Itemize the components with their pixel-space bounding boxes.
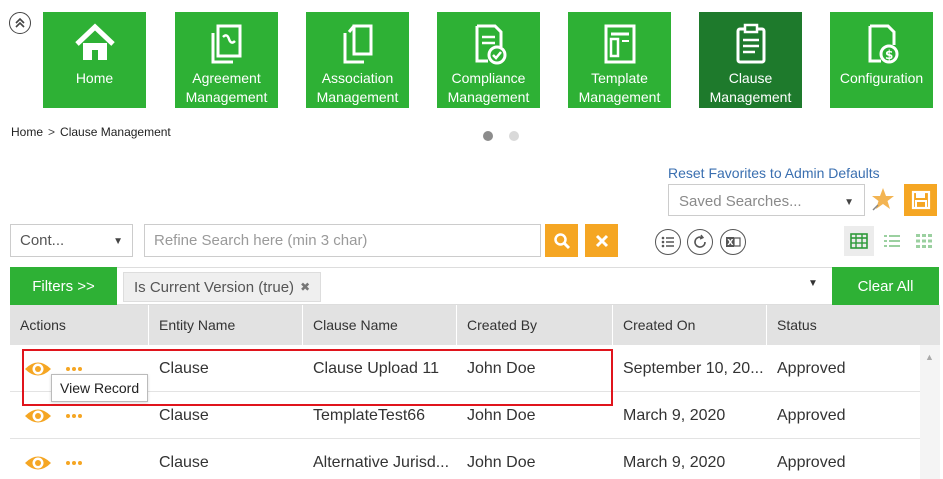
column-header-actions[interactable]: Actions	[10, 305, 149, 345]
more-actions-icon[interactable]	[66, 366, 82, 371]
svg-text:$: $	[885, 48, 893, 62]
saved-searches-select[interactable]: Saved Searches... ▼	[668, 184, 865, 216]
save-search-button[interactable]	[904, 184, 937, 216]
carousel-dot-2[interactable]	[509, 131, 519, 141]
refresh-icon	[694, 234, 706, 248]
clause-icon	[736, 23, 765, 64]
floppy-disk-icon	[911, 190, 930, 210]
cell-entity-name: Clause	[159, 406, 209, 424]
list-view-icon	[884, 235, 900, 247]
more-actions-icon[interactable]	[66, 413, 82, 418]
filter-chip: Is Current Version (true) ✖	[123, 272, 322, 302]
remove-filter-icon[interactable]: ✖	[300, 280, 310, 294]
detail-list-view-button[interactable]	[877, 226, 907, 256]
tile-view-button[interactable]	[909, 226, 939, 256]
carousel-dots	[483, 131, 519, 141]
refresh-button[interactable]	[687, 229, 713, 255]
tile-label: Clause Management	[709, 70, 792, 105]
column-header-clause-name[interactable]: Clause Name	[303, 305, 457, 345]
active-filters: Is Current Version (true) ✖	[117, 267, 832, 305]
search-icon	[553, 232, 570, 249]
breadcrumb: Home > Clause Management	[11, 125, 171, 139]
context-select-value: Cont...	[20, 232, 65, 249]
favorite-star-button[interactable]	[870, 186, 896, 214]
cell-status: Approved	[777, 453, 846, 471]
more-actions-icon[interactable]	[66, 460, 82, 465]
module-tiles: Home Agreement Management Association Ma…	[0, 12, 943, 108]
tile-agreement-management[interactable]: Agreement Management	[175, 12, 278, 108]
excel-icon: X	[726, 237, 741, 247]
export-excel-button[interactable]: X	[720, 229, 746, 255]
tile-label: Compliance Management	[447, 70, 530, 105]
grid-view-button[interactable]	[844, 226, 874, 256]
cell-status: Approved	[777, 359, 846, 377]
cell-created-by: John Doe	[467, 406, 536, 424]
tile-configuration[interactable]: $ Configuration	[830, 12, 933, 108]
tile-label: Home	[75, 70, 114, 86]
svg-text:X: X	[727, 238, 734, 247]
tile-label: Agreement Management	[185, 70, 268, 105]
clear-all-button[interactable]: Clear All	[832, 267, 939, 305]
tile-association-management[interactable]: Association Management	[306, 12, 409, 108]
view-record-eye-icon[interactable]	[24, 359, 52, 379]
column-header-status[interactable]: Status	[767, 305, 920, 345]
tile-label: Configuration	[839, 70, 924, 86]
compliance-icon	[475, 24, 506, 65]
cell-status: Approved	[777, 406, 846, 424]
list-icon	[661, 236, 674, 248]
tile-label: Association Management	[316, 70, 399, 105]
reset-favorites-link[interactable]: Reset Favorites to Admin Defaults	[668, 165, 880, 181]
table-grid-icon	[850, 233, 868, 249]
cell-created-by: John Doe	[467, 359, 536, 377]
cell-clause-name[interactable]: Alternative Jurisd...	[303, 454, 457, 472]
scroll-up-arrow-icon[interactable]: ▲	[925, 352, 934, 362]
context-select[interactable]: Cont... ▼	[10, 224, 133, 257]
view-record-tooltip: View Record	[51, 374, 149, 402]
agreement-icon	[211, 24, 241, 64]
association-icon	[343, 24, 372, 64]
close-icon	[595, 234, 608, 247]
cell-entity-name: Clause	[159, 359, 209, 377]
column-header-entity-name[interactable]: Entity Name	[149, 305, 303, 345]
cell-clause-name[interactable]: Clause Upload 11	[303, 360, 457, 378]
caret-down-icon: ▼	[844, 197, 854, 208]
cell-created-on: March 9, 2020	[623, 453, 726, 471]
caret-down-icon: ▼	[113, 236, 123, 247]
tile-grid-icon	[916, 234, 932, 248]
cell-clause-name[interactable]: TemplateTest66	[303, 407, 457, 425]
template-icon	[604, 24, 635, 64]
table-header: Actions Entity Name Clause Name Created …	[10, 305, 920, 345]
saved-searches-placeholder: Saved Searches...	[679, 193, 802, 210]
table-scrollbar[interactable]: ▲	[920, 305, 940, 479]
tile-template-management[interactable]: Template Management	[568, 12, 671, 108]
clear-search-button[interactable]	[585, 224, 618, 257]
home-icon	[74, 23, 115, 60]
breadcrumb-current: Clause Management	[60, 125, 171, 139]
tile-home[interactable]: Home	[43, 12, 146, 108]
configuration-icon: $	[868, 24, 898, 64]
filters-button[interactable]: Filters >>	[10, 267, 117, 305]
search-button[interactable]	[545, 224, 578, 257]
tile-compliance-management[interactable]: Compliance Management	[437, 12, 540, 108]
star-icon	[872, 188, 894, 211]
breadcrumb-separator: >	[48, 125, 56, 139]
carousel-dot-1[interactable]	[483, 131, 493, 141]
list-view-button[interactable]	[655, 229, 681, 255]
refine-search-input[interactable]	[144, 224, 541, 257]
tile-clause-management[interactable]: Clause Management	[699, 12, 802, 108]
column-header-created-by[interactable]: Created By	[457, 305, 613, 345]
cell-created-by: John Doe	[467, 453, 536, 471]
filter-chip-label: Is Current Version (true)	[134, 278, 295, 296]
view-record-eye-icon[interactable]	[24, 406, 52, 426]
view-record-eye-icon[interactable]	[24, 453, 52, 473]
filter-dropdown-caret-icon[interactable]: ▼	[808, 278, 818, 289]
table-row[interactable]: Clause Alternative Jurisd... John Doe Ma…	[10, 440, 920, 479]
tile-label: Template Management	[578, 70, 661, 105]
cell-entity-name: Clause	[159, 453, 209, 471]
breadcrumb-home[interactable]: Home	[11, 125, 43, 139]
cell-created-on: September 10, 20...	[623, 359, 764, 377]
cell-created-on: March 9, 2020	[623, 406, 726, 424]
column-header-created-on[interactable]: Created On	[613, 305, 767, 345]
